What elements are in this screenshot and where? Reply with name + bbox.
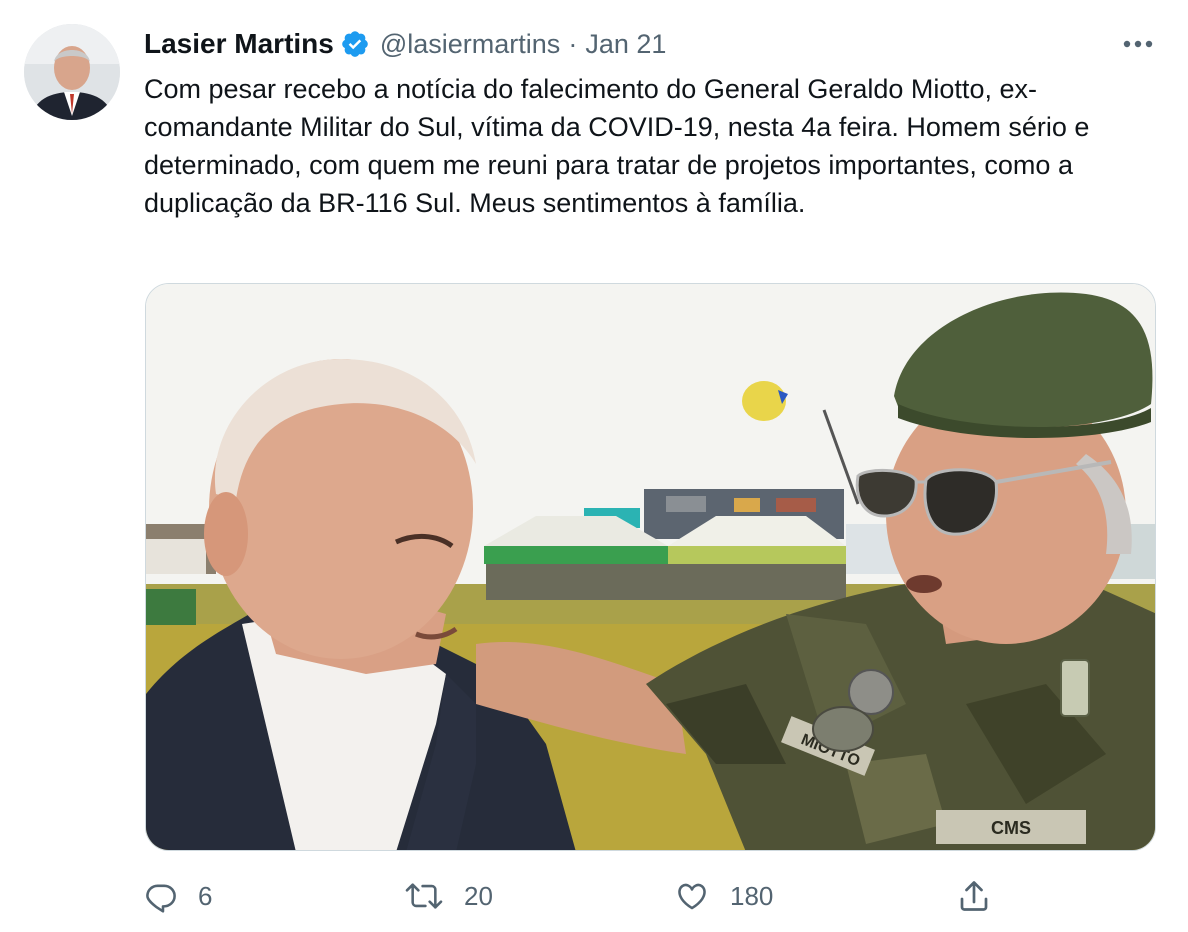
retweet-count: 20 (464, 880, 493, 911)
tweet-photo[interactable]: MIOTTO CMS (145, 283, 1156, 851)
like-count: 180 (730, 880, 774, 911)
reply-icon (146, 884, 176, 913)
more-options-icon[interactable] (1118, 30, 1158, 58)
tweet-date[interactable]: Jan 21 (585, 29, 666, 60)
tweet-header: Lasier Martins @lasiermartins · Jan 21 (144, 26, 666, 62)
share-button[interactable] (956, 876, 992, 916)
like-button[interactable]: 180 (674, 876, 773, 916)
name-patch-cms: CMS (991, 818, 1031, 838)
reply-button[interactable]: 6 (144, 876, 212, 916)
author-avatar[interactable] (24, 24, 120, 120)
retweet-button[interactable]: 20 (404, 876, 493, 916)
retweet-icon (405, 883, 443, 909)
tweet-text: Com pesar recebo a notícia do faleciment… (144, 74, 1090, 218)
heart-icon (678, 883, 706, 910)
tweet-actions-bar: 6 20 180 (0, 866, 1188, 926)
share-icon (960, 881, 988, 911)
reply-count: 6 (198, 880, 213, 911)
author-handle[interactable]: @lasiermartins (380, 29, 560, 60)
header-separator: · (568, 28, 578, 59)
author-name[interactable]: Lasier Martins (144, 28, 334, 60)
verified-badge-icon (342, 31, 368, 57)
